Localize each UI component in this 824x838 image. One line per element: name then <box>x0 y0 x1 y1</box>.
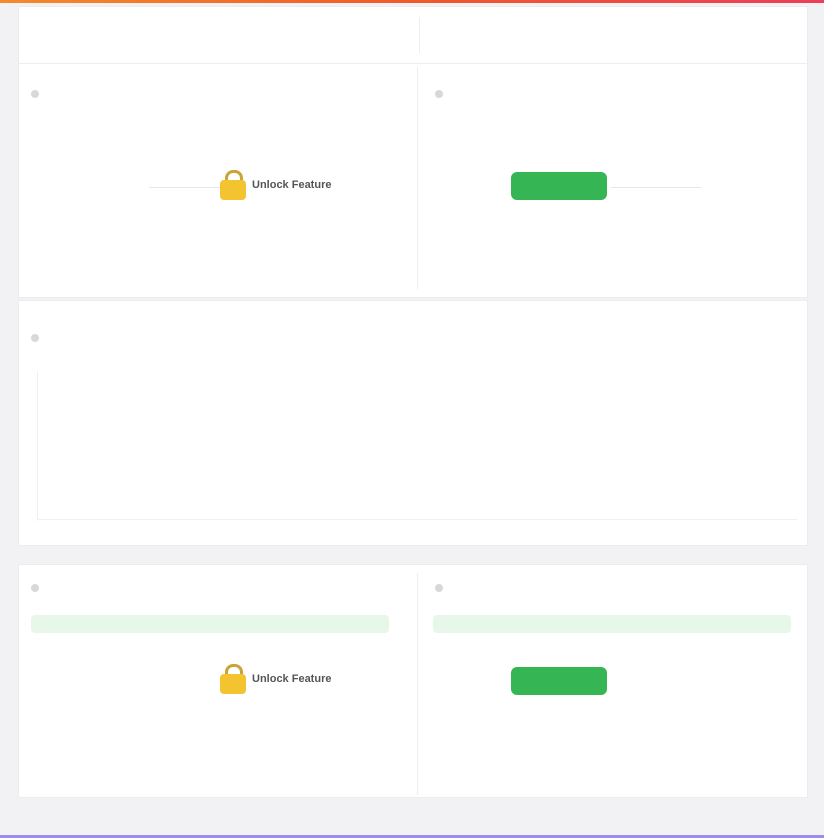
x-axis-ticks <box>37 523 797 537</box>
metric-tabs <box>449 25 799 43</box>
lock-icon <box>220 664 246 694</box>
lock-icon <box>220 170 246 200</box>
progress-bar <box>433 615 791 633</box>
panel-title <box>31 581 44 595</box>
panel-title <box>435 87 448 101</box>
upsell-banner-top: Unlock Feature <box>220 170 505 200</box>
progress-bar <box>31 615 389 633</box>
dashboard-card-chart <box>18 300 808 546</box>
top-accent-bar <box>0 0 824 3</box>
baseline <box>611 187 701 188</box>
y-axis-line <box>37 371 38 521</box>
chart-title-dot <box>31 334 39 342</box>
x-axis-line <box>37 519 797 520</box>
panel-title <box>435 581 448 595</box>
panel-title <box>31 87 44 101</box>
upsell-banner-bottom: Unlock Feature <box>220 664 505 694</box>
dashboard-card-top <box>18 6 808 298</box>
upgrade-button[interactable] <box>511 172 607 200</box>
header-bottom-divider <box>19 63 807 64</box>
upsell-title: Unlock Feature <box>252 179 332 191</box>
panel-title-dot <box>31 584 39 592</box>
upsell-title: Unlock Feature <box>252 673 332 685</box>
header-divider <box>419 17 420 53</box>
chart-title <box>31 331 44 345</box>
upgrade-button[interactable] <box>511 667 607 695</box>
header-row <box>19 7 807 61</box>
panel-title-dot <box>31 90 39 98</box>
panel-title-dot <box>435 584 443 592</box>
panel-title-dot <box>435 90 443 98</box>
